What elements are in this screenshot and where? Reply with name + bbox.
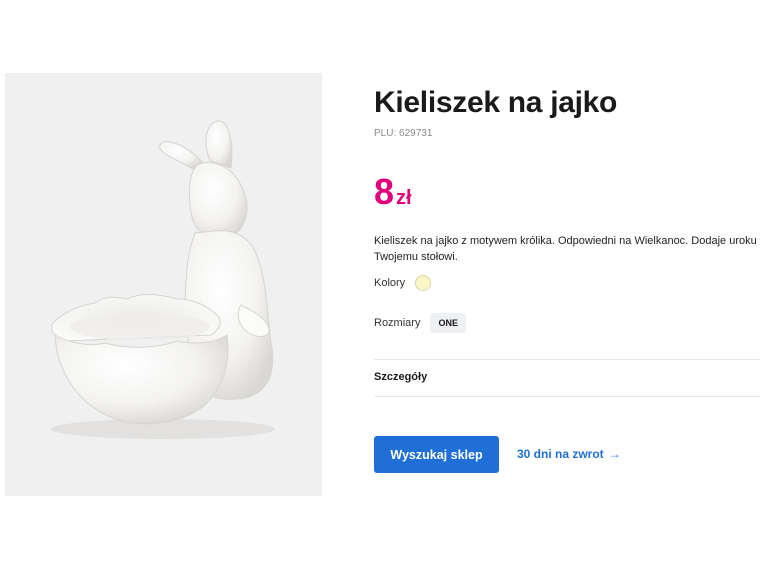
- colors-label: Kolory: [374, 277, 406, 289]
- product-image[interactable]: [5, 73, 322, 496]
- bunny-egg-cup-illustration: [51, 120, 275, 439]
- sizes-row: Rozmiary ONE: [374, 313, 466, 333]
- divider: [374, 359, 760, 360]
- price-amount: 8: [374, 171, 395, 212]
- arrow-right-icon: →: [608, 447, 621, 461]
- details-accordion[interactable]: Szczegóły: [374, 371, 427, 383]
- colors-row: Kolory: [374, 275, 432, 291]
- returns-link[interactable]: 30 dni na zwrot →: [517, 447, 621, 461]
- price-currency: zł: [396, 187, 412, 209]
- divider: [374, 396, 760, 397]
- color-swatch-cream[interactable]: [415, 275, 432, 291]
- product-info: Kieliszek na jajko PLU: 629731 8 zł Kieli…: [374, 0, 760, 570]
- returns-label: 30 dni na zwrot: [517, 447, 604, 461]
- size-option-one[interactable]: ONE: [430, 313, 466, 333]
- product-price: 8 zł: [374, 172, 412, 212]
- product-description: Kieliszek na jajko z motywem królika. Od…: [374, 235, 757, 263]
- product-title: Kieliszek na jajko: [374, 86, 618, 119]
- product-plu: PLU: 629731: [374, 128, 433, 139]
- find-store-button[interactable]: Wyszukaj sklep: [374, 436, 499, 473]
- sizes-label: Rozmiary: [374, 317, 421, 329]
